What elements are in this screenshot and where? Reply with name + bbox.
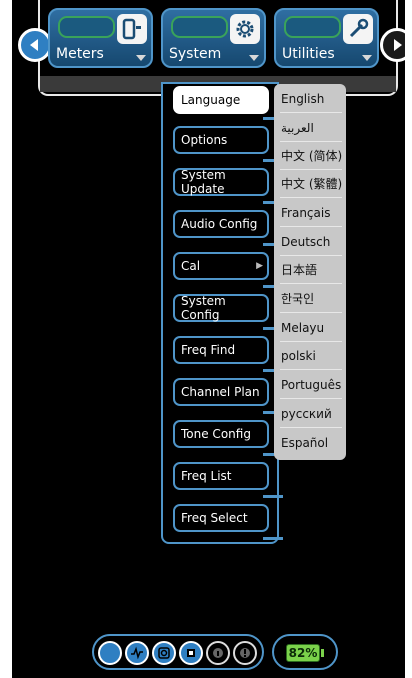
dropdown-arrow-icon	[362, 55, 372, 61]
tab-utilities[interactable]: Utilities	[274, 8, 379, 68]
battery-level: 82%	[286, 644, 320, 662]
language-option-polish[interactable]: polski	[274, 342, 346, 369]
language-option-chinese-simplified[interactable]: 中文 (简体)	[274, 142, 346, 169]
record-icon[interactable]	[179, 641, 203, 665]
menu-item-label: System Update	[181, 168, 226, 196]
submenu-separator	[280, 226, 342, 227]
language-option-russian[interactable]: русский	[274, 400, 346, 427]
menu-item-tone-config[interactable]: Tone Config	[173, 420, 269, 448]
circle-icon[interactable]	[98, 641, 122, 665]
language-option-french[interactable]: Français	[274, 199, 346, 226]
menu-item-system-config[interactable]: System Config	[173, 294, 269, 322]
device-screen: Meters System Utilities Language Options…	[12, 0, 405, 678]
language-option-english[interactable]: English	[274, 85, 346, 112]
menu-item-label: Channel Plan	[181, 385, 260, 399]
menu-item-label: Language	[181, 93, 241, 107]
menu-item-language[interactable]: Language	[173, 86, 269, 114]
chevron-left-icon	[30, 39, 38, 51]
submenu-separator	[280, 197, 342, 198]
tab-system[interactable]: System	[161, 8, 266, 68]
dropdown-arrow-icon	[249, 55, 259, 61]
menu-item-channel-plan[interactable]: Channel Plan	[173, 378, 269, 406]
dropdown-arrow-icon	[136, 55, 146, 61]
tab-label: Utilities	[282, 46, 335, 62]
tab-label: Meters	[56, 46, 104, 62]
chevron-right-icon	[394, 39, 402, 51]
menu-item-label: Freq Select	[181, 511, 248, 525]
menu-item-label: Freq Find	[181, 343, 236, 357]
menu-item-label: System Config	[181, 294, 226, 322]
menu-separator	[263, 495, 283, 498]
language-option-korean[interactable]: 한국인	[274, 285, 346, 312]
tab-label: System	[169, 46, 222, 62]
meter-icon	[117, 14, 147, 44]
lock-icon[interactable]	[206, 641, 230, 665]
menu-item-label: Cal	[181, 259, 201, 273]
waveform-icon[interactable]	[125, 641, 149, 665]
menu-item-freq-select[interactable]: Freq Select	[173, 504, 269, 532]
menu-item-freq-list[interactable]: Freq List	[173, 462, 269, 490]
submenu-separator	[280, 398, 342, 399]
submenu-separator	[280, 369, 342, 370]
language-option-portuguese[interactable]: Português	[274, 371, 346, 398]
battery-tip	[321, 649, 324, 657]
tab-strip	[171, 16, 228, 38]
status-button-group	[92, 634, 264, 670]
submenu-separator	[280, 112, 342, 113]
submenu-arrow-icon: ▶	[256, 261, 263, 271]
menu-item-label: Options	[181, 133, 228, 147]
menu-item-system-update[interactable]: System Update	[173, 168, 269, 196]
submenu-separator	[280, 283, 342, 284]
submenu-separator	[280, 427, 342, 428]
menu-item-cal[interactable]: Cal ▶	[173, 252, 269, 280]
menu-item-audio-config[interactable]: Audio Config	[173, 210, 269, 238]
language-option-spanish[interactable]: Español	[274, 429, 346, 456]
battery-indicator: 82%	[272, 634, 338, 670]
menu-item-freq-find[interactable]: Freq Find	[173, 336, 269, 364]
language-option-malay[interactable]: Melayu	[274, 314, 346, 341]
gear-icon	[230, 14, 260, 44]
alert-icon[interactable]	[233, 641, 257, 665]
tab-strip	[284, 16, 341, 38]
submenu-separator	[280, 312, 342, 313]
system-menu: Language Options System Update Audio Con…	[161, 82, 283, 544]
language-option-arabic[interactable]: العربية	[274, 114, 346, 141]
tab-meters[interactable]: Meters	[48, 8, 153, 68]
tab-strip	[58, 16, 115, 38]
wrench-icon	[343, 14, 373, 44]
language-option-chinese-traditional[interactable]: 中文 (繁體)	[274, 170, 346, 197]
language-submenu: English العربية 中文 (简体) 中文 (繁體) Français…	[274, 84, 346, 460]
menu-separator	[263, 537, 283, 540]
language-option-german[interactable]: Deutsch	[274, 228, 346, 255]
scroll-left-button[interactable]	[18, 28, 52, 62]
menu-item-label: Freq List	[181, 469, 232, 483]
camera-icon[interactable]	[152, 641, 176, 665]
language-option-japanese[interactable]: 日本語	[274, 256, 346, 283]
menu-item-options[interactable]: Options	[173, 126, 269, 154]
menu-item-label: Tone Config	[181, 427, 251, 441]
menu-item-label: Audio Config	[181, 217, 258, 231]
